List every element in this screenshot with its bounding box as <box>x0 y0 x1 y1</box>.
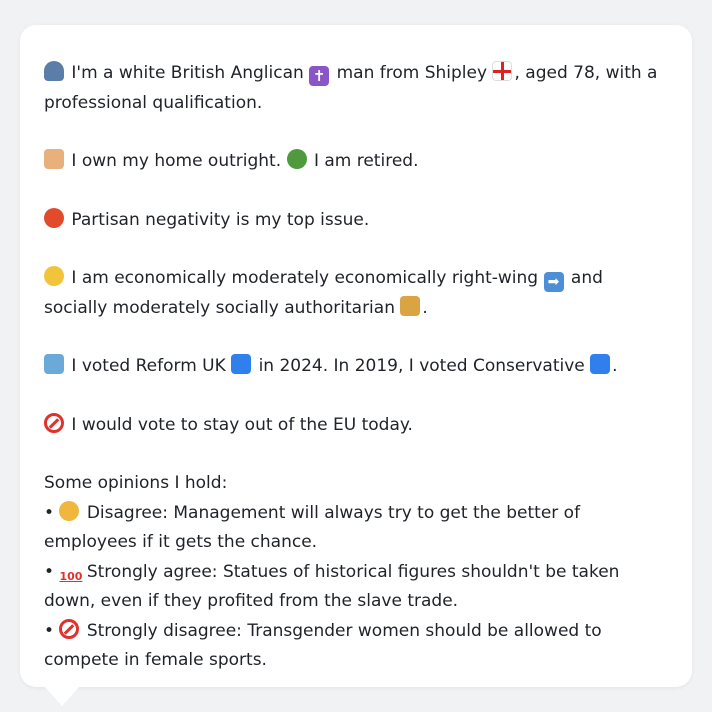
issue-line: Partisan negativity is my top issue. <box>44 206 668 236</box>
ballot-box-icon <box>44 354 64 374</box>
vote-text-c: . <box>612 356 618 376</box>
hundred-points-icon: 100 <box>59 569 83 583</box>
ideology-text-c: . <box>422 297 428 318</box>
angry-face-icon <box>44 207 64 228</box>
blue-square-icon <box>231 354 252 374</box>
eu-text: I would vote to stay out of the EU today… <box>71 414 413 435</box>
message-bubble: I'm a white British Anglican ✝ man from … <box>20 25 692 687</box>
vote-line: I voted Reform UK in 2024. In 2019, I vo… <box>44 352 668 382</box>
home-text-a: I own my home outright. <box>71 151 282 171</box>
blue-square-icon <box>590 354 611 374</box>
bubble-tail <box>44 686 80 706</box>
intro-pre: I'm a white British Anglican <box>71 63 304 83</box>
intro-mid: man from Shipley <box>336 63 488 83</box>
ideology-text-a: I am economically moderately economicall… <box>71 268 539 288</box>
opinion-item: • Disagree: Management will always try t… <box>44 499 668 558</box>
opinions-heading: Some opinions I hold: <box>44 473 228 493</box>
opinion-text: Strongly agree: Statues of historical fi… <box>44 561 620 612</box>
opinion-text: Disagree: Management will always try to … <box>44 502 581 553</box>
lock-icon <box>400 295 421 316</box>
vote-text-b: in 2024. In 2019, I voted Conservative <box>258 356 585 376</box>
no-entry-icon <box>44 412 64 433</box>
cross-icon: ✝ <box>309 66 330 86</box>
issue-text: Partisan negativity is my top issue. <box>71 209 370 230</box>
home-text-b: I am retired. <box>313 151 419 171</box>
opinion-item: • 100 Strongly agree: Statues of histori… <box>44 558 668 617</box>
england-flag-icon <box>492 61 513 81</box>
intro-line: I'm a white British Anglican ✝ man from … <box>44 59 668 118</box>
thumbs-down-icon <box>59 500 80 521</box>
opinion-item: • Strongly disagree: Transgender women s… <box>44 617 668 676</box>
ideology-line: I am economically moderately economicall… <box>44 264 668 323</box>
home-line: I own my home outright. I am retired. <box>44 147 668 177</box>
vote-text-a: I voted Reform UK <box>71 356 226 376</box>
opinion-text: Strongly disagree: Transgender women sho… <box>44 620 602 671</box>
right-arrow-icon: ➡ <box>543 272 564 292</box>
palm-tree-icon <box>286 149 307 169</box>
house-icon <box>44 149 64 169</box>
bullet: • <box>44 561 55 582</box>
eu-line: I would vote to stay out of the EU today… <box>44 411 668 441</box>
person-icon <box>44 61 64 81</box>
bullet: • <box>44 620 55 641</box>
no-entry-icon <box>59 618 80 639</box>
bullet: • <box>44 502 55 523</box>
thinking-face-icon <box>44 266 64 286</box>
